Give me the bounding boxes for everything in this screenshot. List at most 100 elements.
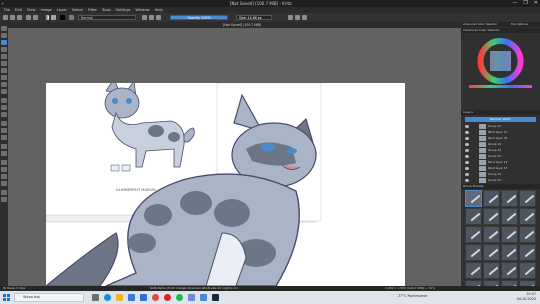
drawing-canvas[interactable]: GLIMMERPELT MARGIN: [46, 83, 405, 286]
visibility-eye-icon[interactable]: [465, 179, 469, 182]
canvas-area[interactable]: GLIMMERPELT MARGIN: [8, 28, 461, 286]
mail-icon[interactable]: [140, 294, 147, 301]
layer-row[interactable]: Paint layer 13: [463, 166, 538, 171]
visibility-eye-icon[interactable]: [465, 161, 469, 164]
layer-row[interactable]: Paint layer 27: [463, 130, 538, 135]
visibility-eye-icon[interactable]: [465, 131, 469, 134]
store-icon[interactable]: [128, 294, 135, 301]
taskbar-search-input[interactable]: Wyszukaj: [14, 293, 84, 302]
move-tool-icon[interactable]: [1, 105, 7, 110]
undo-icon[interactable]: [26, 15, 31, 20]
steam-icon[interactable]: [212, 294, 219, 301]
visibility-eye-icon[interactable]: [465, 167, 469, 170]
brush-preset[interactable]: [483, 190, 500, 207]
brush-preset[interactable]: [519, 226, 536, 243]
brush-preset[interactable]: [501, 208, 518, 225]
gradient-icon[interactable]: [44, 15, 49, 20]
layer-row[interactable]: Paint layer 14: [463, 160, 538, 165]
krita-taskbar-icon[interactable]: [200, 294, 207, 301]
brush-preset[interactable]: [483, 244, 500, 261]
tab-advanced-color-selector[interactable]: Advanced Color Selector: [463, 22, 497, 27]
wrap-icon[interactable]: [302, 15, 307, 20]
pan-tool-icon[interactable]: [1, 197, 7, 202]
brush-preset[interactable]: [519, 262, 536, 279]
blend-mode-select[interactable]: Normal: [78, 15, 136, 20]
mirror-vertical-icon[interactable]: [295, 15, 300, 20]
task-view-icon[interactable]: [92, 294, 99, 301]
brush-preset[interactable]: [483, 262, 500, 279]
gradient-tool-icon[interactable]: [1, 121, 7, 126]
system-clock[interactable]: 20:57 04.10.2020: [517, 292, 536, 302]
chrome-icon[interactable]: [152, 294, 159, 301]
discord-icon[interactable]: [188, 294, 195, 301]
tab-tool-options[interactable]: Tool Options: [511, 22, 528, 27]
brush-preset[interactable]: [465, 244, 482, 261]
dynamic-brush-tool-icon[interactable]: [1, 82, 7, 87]
brush-preset[interactable]: [465, 226, 482, 243]
color-wheel[interactable]: [461, 33, 540, 93]
visibility-eye-icon[interactable]: [465, 155, 469, 158]
brush-preset[interactable]: [519, 190, 536, 207]
brush-preset[interactable]: [519, 244, 536, 261]
transform-tool-icon[interactable]: [1, 98, 7, 103]
crop-tool-icon[interactable]: [1, 112, 7, 117]
polygon-tool-icon[interactable]: [1, 68, 7, 73]
zoom-tool-icon[interactable]: [1, 190, 7, 195]
windows-start-icon[interactable]: [3, 294, 10, 301]
visibility-eye-icon[interactable]: [465, 173, 469, 176]
mirror-horizontal-icon[interactable]: [288, 15, 293, 20]
brush-preset[interactable]: [465, 262, 482, 279]
ellipse-tool-icon[interactable]: [1, 61, 7, 66]
brush-preset[interactable]: [483, 208, 500, 225]
visibility-eye-icon[interactable]: [465, 137, 469, 140]
eraser-mode-icon[interactable]: [142, 15, 147, 20]
save-icon[interactable]: [17, 15, 22, 20]
opacity-slider[interactable]: Opacity: 100%: [170, 15, 228, 20]
alpha-lock-icon[interactable]: [156, 15, 161, 20]
visibility-eye-icon[interactable]: [465, 149, 469, 152]
color-picker-tool-icon[interactable]: [1, 128, 7, 133]
brush-preset[interactable]: [465, 208, 482, 225]
brush-preset-icon[interactable]: [69, 15, 74, 20]
measure-tool-icon[interactable]: [1, 151, 7, 156]
layer-row[interactable]: Group 15: [463, 178, 538, 183]
layer-blend-mode[interactable]: Normal 100%: [465, 117, 536, 122]
size-slider[interactable]: Size: 14.66 px: [236, 15, 272, 20]
layer-row[interactable]: Group 19: [463, 142, 538, 147]
pattern-icon[interactable]: [51, 15, 56, 20]
magic-wand-tool-icon[interactable]: [1, 181, 7, 186]
ellipse-select-tool-icon[interactable]: [1, 167, 7, 172]
freehand-brush-tool-icon[interactable]: [1, 40, 7, 45]
close-button[interactable]: ✕: [534, 0, 538, 6]
minimize-button[interactable]: —: [512, 0, 517, 6]
brush-preset[interactable]: [501, 262, 518, 279]
select-shapes-tool-icon[interactable]: [1, 26, 7, 31]
visibility-eye-icon[interactable]: [465, 125, 469, 128]
lasso-select-tool-icon[interactable]: [1, 174, 7, 179]
layer-row[interactable]: Paint layer 36: [463, 136, 538, 141]
multibrush-tool-icon[interactable]: [1, 89, 7, 94]
assistant-tool-icon[interactable]: [1, 144, 7, 149]
fg-color-icon[interactable]: [60, 15, 65, 20]
redo-icon[interactable]: [33, 15, 38, 20]
file-explorer-icon[interactable]: [116, 294, 123, 301]
rectangle-tool-icon[interactable]: [1, 54, 7, 59]
opera-icon[interactable]: [164, 294, 171, 301]
text-tool-icon[interactable]: [1, 33, 7, 38]
brush-preset[interactable]: [465, 190, 482, 207]
brush-preset[interactable]: [501, 226, 518, 243]
brush-preset[interactable]: [483, 226, 500, 243]
edge-icon[interactable]: [104, 294, 111, 301]
layer-row[interactable]: Group 20: [463, 148, 538, 153]
visibility-eye-icon[interactable]: [465, 143, 469, 146]
maximize-button[interactable]: ❐: [523, 0, 527, 6]
brush-preset[interactable]: [519, 208, 536, 225]
open-document-icon[interactable]: [10, 15, 15, 20]
spotify-icon[interactable]: [176, 294, 183, 301]
preserve-alpha-icon[interactable]: [149, 15, 154, 20]
layer-row[interactable]: Group 14: [463, 172, 538, 177]
brush-preset[interactable]: [501, 190, 518, 207]
new-document-icon[interactable]: [3, 15, 8, 20]
weather-widget[interactable]: 27°C Pochmurnie: [398, 294, 427, 298]
line-tool-icon[interactable]: [1, 47, 7, 52]
